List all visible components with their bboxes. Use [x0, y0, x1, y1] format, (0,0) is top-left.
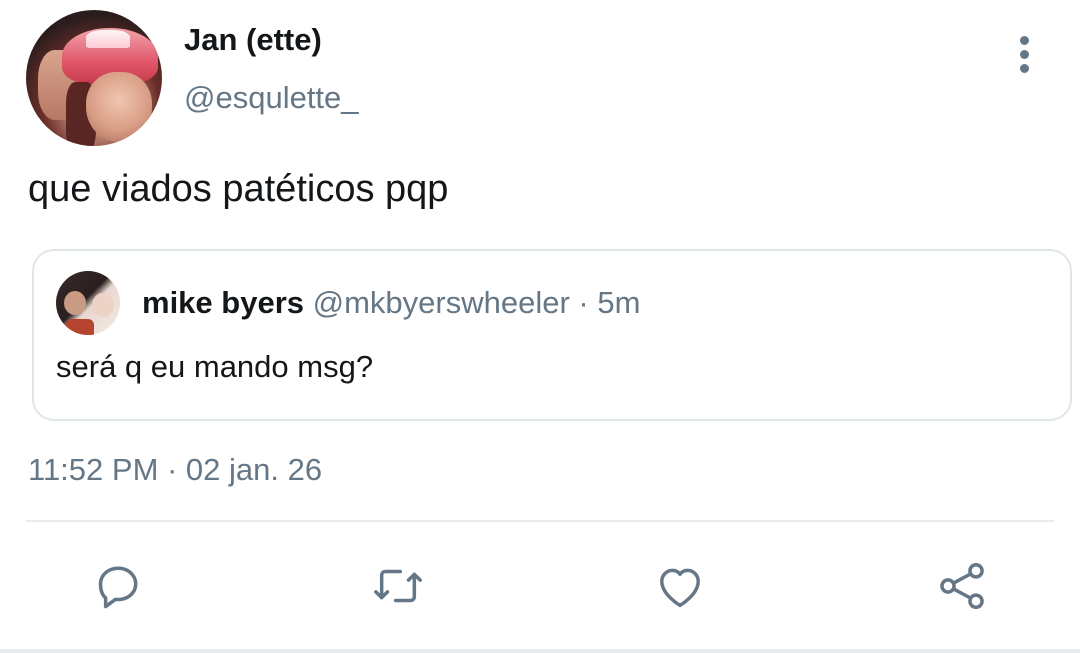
quoted-display-name: mike byers	[142, 285, 304, 320]
divider	[26, 520, 1054, 522]
share-icon	[940, 563, 984, 609]
reply-icon	[98, 566, 138, 609]
author-avatar[interactable]	[26, 10, 162, 146]
heart-icon	[660, 568, 700, 608]
share-button[interactable]	[934, 558, 990, 614]
tweet-timestamp[interactable]: 11:52 PM · 02 jan. 26	[28, 452, 322, 488]
tweet-text: que viados patéticos pqp	[28, 168, 449, 210]
retweet-icon	[374, 569, 422, 603]
quoted-tweet-card[interactable]: mike byers @mkbyerswheeler · 5m será q e…	[32, 249, 1072, 421]
author-display-name[interactable]: Jan (ette)	[184, 22, 322, 58]
more-options-icon[interactable]	[1008, 34, 1042, 74]
quoted-tweet-text: será q eu mando msg?	[56, 349, 374, 384]
quoted-tweet-header: mike byers @mkbyerswheeler · 5m	[142, 285, 640, 321]
reply-button[interactable]	[90, 558, 146, 614]
avatar-face	[86, 72, 152, 142]
like-button[interactable]	[652, 558, 708, 614]
retweet-button[interactable]	[370, 558, 426, 614]
tweet-detail: Jan (ette) @esqulette_ que viados patéti…	[0, 0, 1080, 653]
quoted-separator: ·	[578, 285, 589, 320]
author-handle[interactable]: @esqulette_	[184, 80, 359, 116]
avatar-tiara	[86, 30, 130, 48]
bottom-divider	[0, 649, 1080, 653]
quoted-handle: @mkbyerswheeler	[312, 285, 570, 320]
quoted-author-avatar	[56, 271, 120, 335]
quoted-age: 5m	[597, 285, 641, 320]
